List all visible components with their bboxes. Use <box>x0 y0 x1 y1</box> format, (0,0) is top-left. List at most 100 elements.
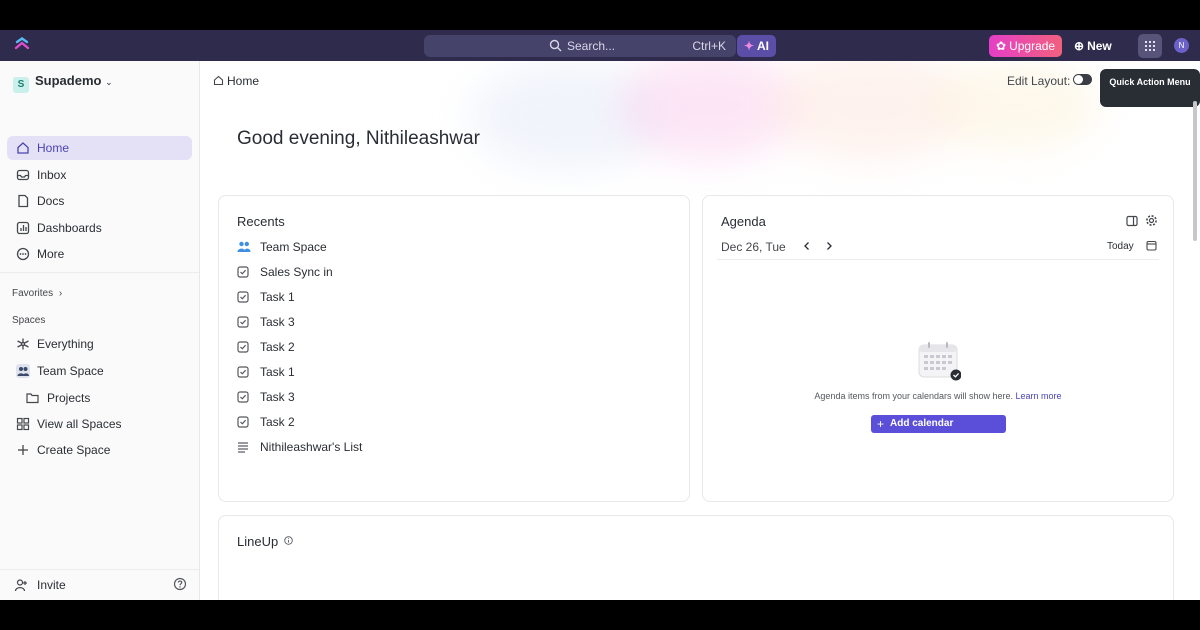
favorites-header[interactable]: Favorites › <box>12 288 62 299</box>
chevron-down-icon: ⌄ <box>105 77 113 87</box>
sidebar-item-label: Docs <box>37 194 65 208</box>
list-item[interactable]: Task 2 <box>237 337 295 357</box>
list-item[interactable]: Task 3 <box>237 312 295 332</box>
chevron-left-icon[interactable] <box>802 240 812 252</box>
clickup-logo-icon[interactable] <box>14 37 30 53</box>
list-item-label: Task 1 <box>260 290 295 304</box>
agenda-empty-message: Agenda items from your calendars will sh… <box>703 391 1173 401</box>
sidebar-divider <box>0 272 199 273</box>
spaces-header: Spaces <box>12 315 46 326</box>
sparkle-icon: ✦ <box>744 39 755 53</box>
workspace-switcher[interactable]: S Supademo ⌄ <box>13 73 113 93</box>
calendar-icon[interactable] <box>1146 240 1157 251</box>
home-icon <box>17 142 29 154</box>
sidebar-item-label: Projects <box>47 391 91 405</box>
sidebar-panel-icon[interactable] <box>1126 215 1138 227</box>
sidebar-item-label: Create Space <box>37 443 111 457</box>
sidebar-item-docs[interactable]: Docs <box>7 189 192 213</box>
sidebar-item-view-all-spaces[interactable]: View all Spaces <box>7 412 192 436</box>
list-item[interactable]: Task 1 <box>237 362 295 382</box>
docs-icon <box>18 194 29 208</box>
lineup-title-label: LineUp <box>237 534 279 549</box>
edit-layout-toggle[interactable] <box>1073 74 1092 85</box>
invite-user-icon <box>14 579 27 592</box>
sidebar-item-create-space[interactable]: Create Space <box>7 438 192 462</box>
help-icon[interactable] <box>173 577 187 591</box>
workspace-name: Supademo <box>35 73 102 88</box>
agenda-empty-text: Agenda items from your calendars will sh… <box>814 391 1014 401</box>
list-item-label: Nithileashwar's List <box>260 440 363 454</box>
sidebar-item-label: Everything <box>37 337 94 351</box>
recents-card: Recents Team Space Sales Sync in Task 1 … <box>218 195 690 502</box>
search-shortcut: Ctrl+K <box>692 39 726 53</box>
chevron-right-icon: › <box>58 288 63 299</box>
invite-button[interactable]: Invite <box>14 578 66 592</box>
list-item-label: Task 2 <box>260 415 295 429</box>
plus-icon <box>18 445 28 455</box>
plus-circle-icon: ⊕ <box>1074 39 1085 53</box>
sidebar-item-team-space[interactable]: Team Space <box>7 359 192 383</box>
quick-action-menu-button[interactable] <box>1138 34 1162 58</box>
sidebar-item-more[interactable]: More <box>7 242 192 266</box>
learn-more-link[interactable]: Learn more <box>1016 391 1062 401</box>
list-item-label: Team Space <box>260 240 327 254</box>
more-icon <box>16 247 30 261</box>
page-title: Good evening, Nithileashwar <box>237 128 480 149</box>
lineup-card: LineUp <box>218 515 1174 600</box>
chevron-right-icon[interactable] <box>824 240 834 252</box>
folder-icon <box>26 393 39 404</box>
user-avatar[interactable]: N <box>1174 38 1189 53</box>
list-item[interactable]: Task 2 <box>237 412 295 432</box>
sidebar-item-dashboards[interactable]: Dashboards <box>7 216 192 240</box>
sidebar-item-projects[interactable]: Projects <box>24 387 184 409</box>
recents-title: Recents <box>237 214 285 229</box>
today-button[interactable]: Today <box>1107 241 1134 252</box>
ai-button[interactable]: ✦ AI <box>737 35 776 57</box>
task-icon <box>237 391 249 403</box>
edit-layout-label: Edit Layout: <box>1007 74 1071 88</box>
sidebar-item-label: More <box>37 247 65 261</box>
team-icon <box>237 241 251 252</box>
sidebar-item-everything[interactable]: Everything <box>7 332 192 356</box>
task-icon <box>237 416 249 428</box>
upgrade-icon: ✿ <box>996 39 1007 53</box>
list-icon <box>238 442 248 453</box>
new-button[interactable]: ⊕ New <box>1074 35 1124 57</box>
breadcrumb-label: Home <box>227 74 260 88</box>
list-item-label: Task 1 <box>260 365 295 379</box>
favorites-label: Favorites <box>12 288 54 299</box>
list-item[interactable]: Nithileashwar's List <box>237 437 362 457</box>
task-icon <box>237 316 249 328</box>
sidebar-item-inbox[interactable]: Inbox <box>7 163 192 187</box>
agenda-date: Dec 26, Tue <box>721 240 786 254</box>
search-bar[interactable]: Search... Ctrl+K <box>424 35 736 57</box>
task-icon <box>237 366 249 378</box>
ai-label: AI <box>756 39 769 53</box>
breadcrumb[interactable]: Home <box>213 74 259 88</box>
sidebar-item-label: Team Space <box>37 364 104 378</box>
main-scrollbar[interactable] <box>1193 101 1197 241</box>
workspace-badge: S <box>13 77 29 93</box>
agenda-card: Agenda Dec 26, Tue Today Agenda items fr… <box>702 195 1174 502</box>
task-icon <box>237 291 249 303</box>
invite-label: Invite <box>37 578 66 592</box>
everything-icon <box>17 338 29 350</box>
info-icon[interactable] <box>284 536 293 545</box>
apps-grid-icon <box>1145 41 1155 51</box>
list-item[interactable]: Task 1 <box>237 287 295 307</box>
list-item-label: Task 2 <box>260 340 295 354</box>
list-item-label: Task 3 <box>260 315 295 329</box>
list-item[interactable]: Sales Sync in <box>237 262 333 282</box>
list-item-label: Sales Sync in <box>260 265 333 279</box>
list-item[interactable]: Team Space <box>237 237 327 257</box>
sidebar-item-home[interactable]: Home <box>7 136 192 160</box>
list-item[interactable]: Task 3 <box>237 387 295 407</box>
plus-icon: + <box>877 417 885 431</box>
add-calendar-integrations-button[interactable]: + Add calendar integrations <box>871 415 1006 447</box>
gear-icon[interactable] <box>1145 214 1158 227</box>
upgrade-label: Upgrade <box>1009 39 1056 53</box>
grid-icon <box>16 417 30 431</box>
sidebar: S Supademo ⌄ Home Inbox Docs Dashboards M… <box>0 61 200 600</box>
upgrade-button[interactable]: ✿ Upgrade <box>989 35 1062 57</box>
new-label: New <box>1087 39 1112 53</box>
